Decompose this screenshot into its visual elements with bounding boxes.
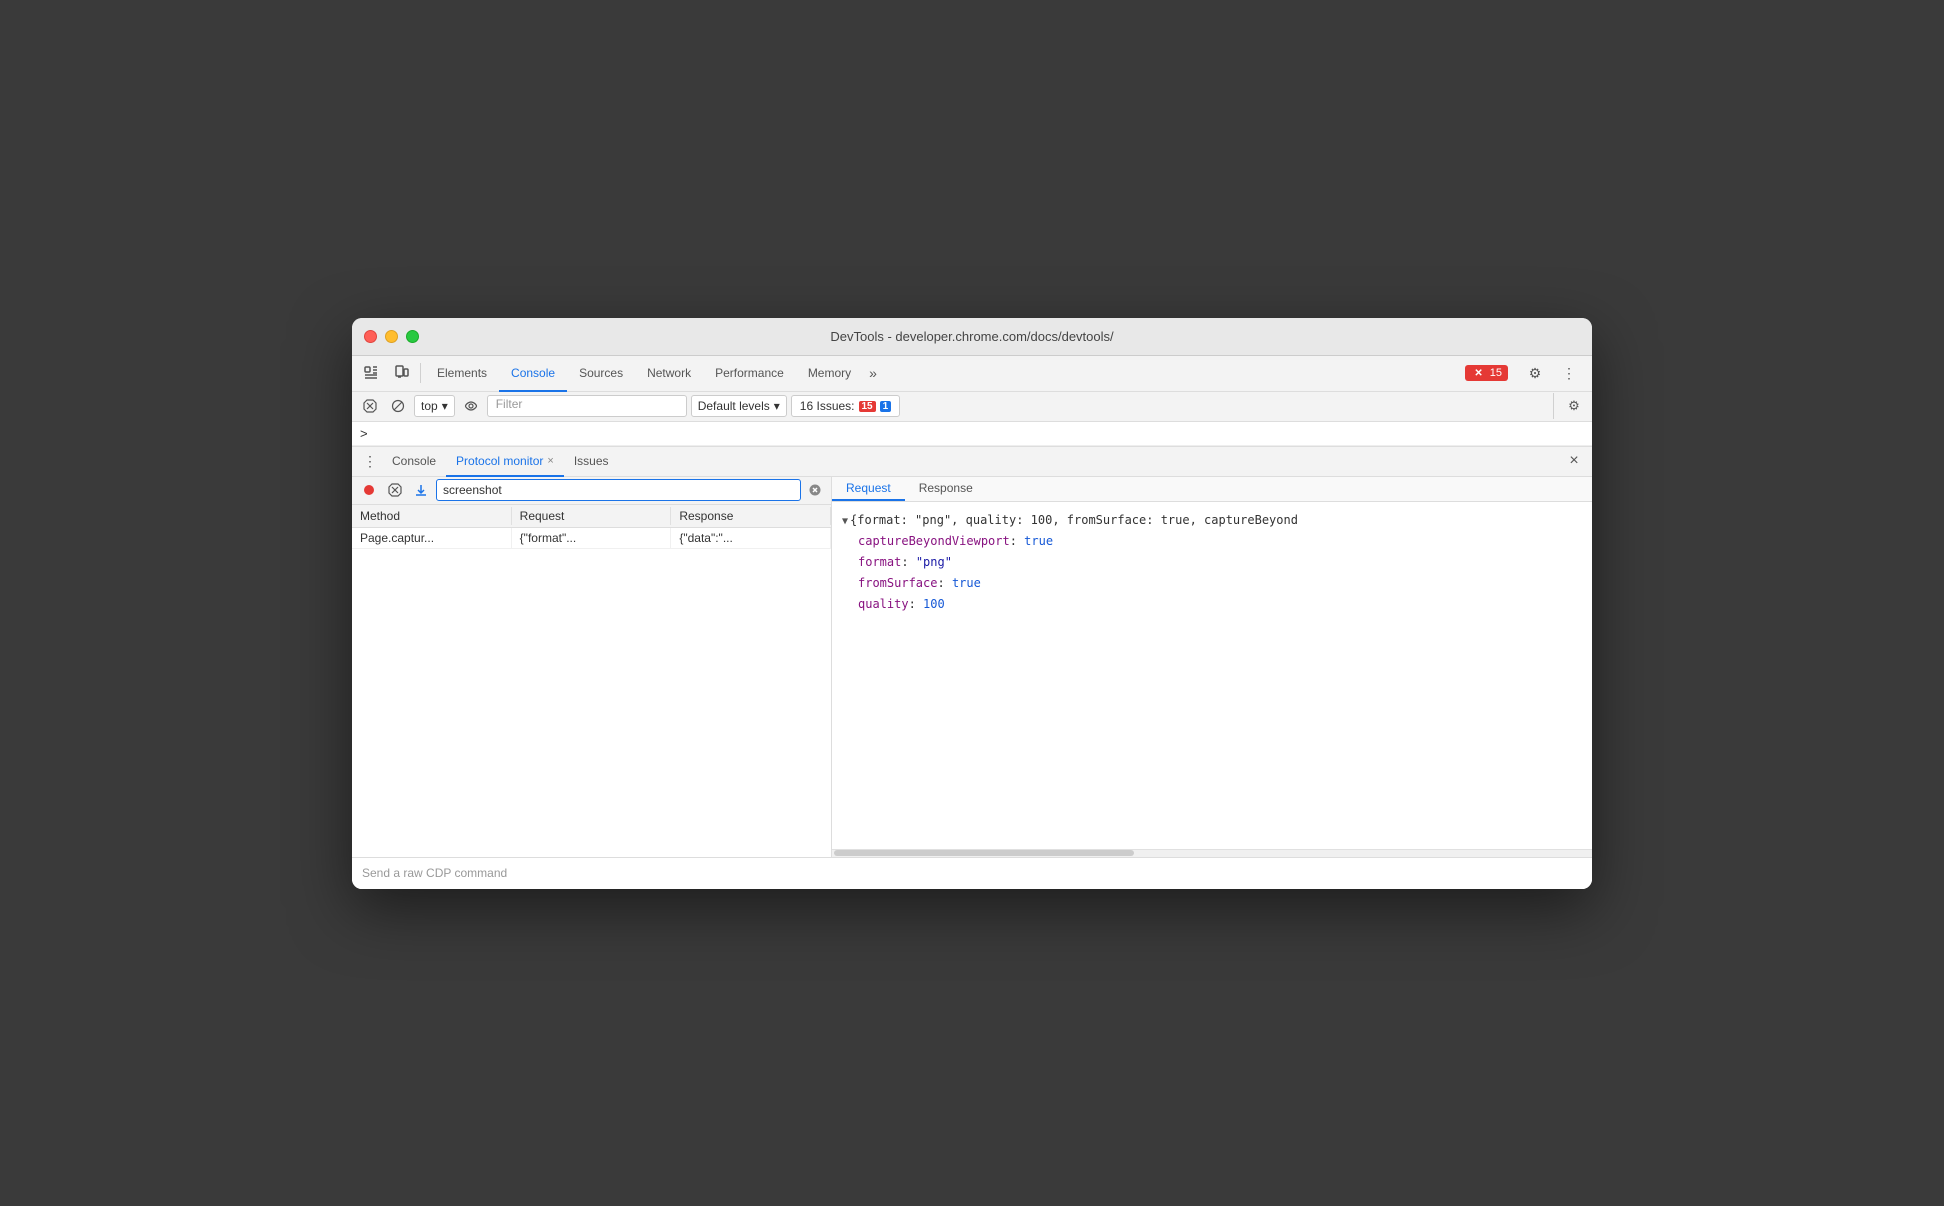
chevron-down-icon: ▾ (774, 399, 780, 413)
pm-left-panel: Method Request Response Page.captur... {… (352, 477, 832, 857)
cdp-input-bar: Send a raw CDP command (352, 857, 1592, 889)
close-protocol-monitor-icon[interactable]: × (547, 455, 553, 467)
console-toolbar: top ▾ Filter Default levels ▾ 16 Issues:… (352, 392, 1592, 422)
toolbar-divider-1 (420, 363, 421, 383)
response-cell: {"data":"... (671, 528, 831, 548)
close-button[interactable] (364, 330, 377, 343)
record-button[interactable] (358, 479, 380, 501)
bottom-drawer: ⋮ Console Protocol monitor × Issues × (352, 446, 1592, 889)
pm-search-input[interactable] (436, 479, 801, 501)
json-property-format: format : "png" (858, 552, 1582, 573)
issues-info-count-badge: 1 (880, 401, 892, 412)
inspect-element-icon[interactable] (356, 358, 386, 388)
filter-input[interactable]: Filter (487, 395, 687, 417)
json-root-line: ▼ {format: "png", quality: 100, fromSurf… (842, 510, 1582, 531)
table-row[interactable]: Page.captur... {"format"... {"data":"... (352, 528, 831, 549)
close-drawer-icon[interactable]: × (1562, 449, 1586, 473)
tab-memory[interactable]: Memory (796, 356, 863, 392)
top-toolbar: Elements Console Sources Network Perform… (352, 356, 1592, 392)
protocol-monitor-body: Method Request Response Page.captur... {… (352, 477, 1592, 857)
json-property-captureBeyondViewport: captureBeyondViewport : true (858, 531, 1582, 552)
devtools-content: Elements Console Sources Network Perform… (352, 356, 1592, 889)
drawer-tab-protocol-monitor[interactable]: Protocol monitor × (446, 447, 564, 477)
tab-elements[interactable]: Elements (425, 356, 499, 392)
toolbar-right: ✕ 15 ⚙ ⋮ (1465, 358, 1588, 388)
download-icon[interactable] (410, 479, 432, 501)
block-icon[interactable] (386, 394, 410, 418)
drawer-tab-issues[interactable]: Issues (564, 447, 619, 477)
json-property-quality: quality : 100 (858, 594, 1582, 615)
pm-toolbar (352, 477, 831, 505)
maximize-button[interactable] (406, 330, 419, 343)
detail-tabs: Request Response (832, 477, 1592, 502)
window-title: DevTools - developer.chrome.com/docs/dev… (830, 329, 1113, 344)
error-count: 15 (1490, 367, 1502, 379)
cdp-command-input[interactable]: Send a raw CDP command (362, 866, 1582, 880)
toolbar-divider-2 (1553, 393, 1554, 419)
issues-error-count-badge: 15 (859, 401, 876, 412)
tab-console[interactable]: Console (499, 356, 567, 392)
clear-console-icon[interactable] (358, 394, 382, 418)
console-caret: > (360, 426, 368, 441)
request-tab[interactable]: Request (832, 477, 905, 501)
minimize-button[interactable] (385, 330, 398, 343)
request-column-header: Request (512, 507, 672, 525)
error-x-icon: ✕ (1471, 368, 1485, 379)
method-column-header: Method (352, 507, 512, 525)
more-options-icon[interactable]: ⋮ (1554, 358, 1584, 388)
scrollbar-thumb[interactable] (834, 850, 1134, 856)
chevron-down-icon: ▾ (442, 399, 448, 413)
horizontal-scrollbar[interactable] (832, 849, 1592, 857)
eye-icon[interactable] (459, 394, 483, 418)
console-settings-icon[interactable]: ⚙ (1562, 394, 1586, 418)
context-selector[interactable]: top ▾ (414, 395, 455, 417)
console-output-area[interactable]: > (352, 422, 1592, 446)
devtools-window: DevTools - developer.chrome.com/docs/dev… (352, 318, 1592, 889)
settings-icon[interactable]: ⚙ (1520, 358, 1550, 388)
issues-badge[interactable]: 16 Issues: 15 1 (791, 395, 900, 417)
clear-pm-icon[interactable] (384, 479, 406, 501)
pm-table-header: Method Request Response (352, 505, 831, 528)
error-badge[interactable]: ✕ 15 (1465, 365, 1508, 381)
request-cell: {"format"... (512, 528, 672, 548)
more-tabs-button[interactable]: » (863, 355, 883, 391)
json-property-fromSurface: fromSurface : true (858, 573, 1582, 594)
drawer-more-icon[interactable]: ⋮ (358, 449, 382, 473)
collapse-arrow-icon[interactable]: ▼ (842, 514, 848, 530)
pm-table-body: Page.captur... {"format"... {"data":"... (352, 528, 831, 857)
drawer-tab-bar: ⋮ Console Protocol monitor × Issues × (352, 447, 1592, 477)
default-levels-button[interactable]: Default levels ▾ (691, 395, 787, 417)
tab-network[interactable]: Network (635, 356, 703, 392)
title-bar: DevTools - developer.chrome.com/docs/dev… (352, 318, 1592, 356)
tab-list: Elements Console Sources Network Perform… (425, 355, 1465, 391)
tab-sources[interactable]: Sources (567, 356, 635, 392)
drawer-tab-console[interactable]: Console (382, 447, 446, 477)
pm-right-panel: Request Response ▼ {format: "png", quali… (832, 477, 1592, 857)
tab-performance[interactable]: Performance (703, 356, 796, 392)
json-properties: captureBeyondViewport : true format : "p… (858, 531, 1582, 616)
method-cell: Page.captur... (352, 528, 512, 548)
request-detail-content: ▼ {format: "png", quality: 100, fromSurf… (832, 502, 1592, 849)
traffic-lights (364, 330, 419, 343)
device-toolbar-icon[interactable] (386, 358, 416, 388)
response-column-header: Response (671, 507, 831, 525)
response-tab[interactable]: Response (905, 477, 987, 501)
clear-search-icon[interactable] (805, 480, 825, 500)
